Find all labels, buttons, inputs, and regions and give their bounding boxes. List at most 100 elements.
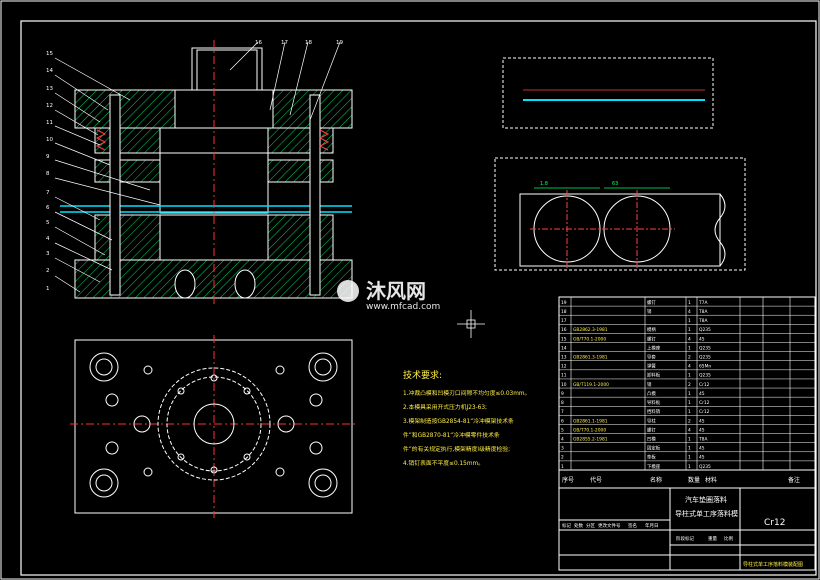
tb-label-mark: 标记 (562, 522, 571, 529)
bom-cell-no: 5 (561, 427, 564, 433)
bom-cell-mat: Q235 (699, 327, 711, 333)
title-block: 汽车垫圈落料 导柱式单工序落料模 Cr12 标记 处数 分区 更改文件号 签名 … (558, 487, 816, 571)
bom-cell-mat: 45 (699, 446, 705, 452)
bom-cell-name: 螺钉 (647, 335, 656, 342)
bom-row: 2 垫板 1 45 (559, 454, 815, 462)
title-material: Cr12 (764, 518, 785, 528)
bom-cell-mat: 45 (699, 427, 705, 433)
layout-dim-2-text: 63 (612, 181, 618, 187)
cad-drawing: 15 14 13 12 11 10 9 8 7 6 5 4 3 2 1 16 1… (0, 0, 820, 580)
bom-header-qty: 数量 (688, 476, 700, 484)
bom-cell-std: GB2862.3-1981 (573, 327, 608, 333)
bom-cell-mat: T8A (698, 309, 707, 315)
guide-post-right (309, 94, 321, 296)
bom-row: 1 下模座 1 Q235 (559, 463, 815, 471)
bom-cell-qty: 4 (688, 364, 691, 370)
tech-line-4: 件”和GB2870-81“冷冲模零件技术条 (403, 431, 500, 439)
strip-drawing (502, 57, 714, 129)
die-handle (191, 47, 263, 94)
bom-cell-name: 螺钉 (647, 299, 656, 306)
tb-scale: 比例 (724, 535, 733, 542)
bom-cell-name: 螺钉 (647, 426, 656, 433)
bom-cell-no: 18 (561, 309, 567, 315)
slug-hole-left (174, 269, 196, 299)
bom-cell-name: 垫板 (647, 454, 656, 461)
tech-line-5: 件”的有关规定执行,模架精度I级精度检验; (403, 445, 510, 453)
bom-row: 17 1 T8A (559, 318, 815, 325)
part-no-16: 16 (255, 40, 262, 46)
bom-cell-qty: 1 (688, 436, 691, 442)
tech-line-3: 3.模架制造按GB2854-81“冷冲模架技术条 (403, 417, 514, 425)
bom-cell-name: 凸模 (647, 390, 656, 397)
bom-row: 15 GB/T70.1-2000 螺钉 4 45 (559, 335, 815, 343)
bom-cell-qty: 1 (688, 409, 691, 415)
bom-cell-mat: Q235 (699, 355, 711, 361)
bom-cell-qty: 2 (688, 382, 691, 388)
bom-cell-mat: Q235 (699, 345, 711, 351)
bom-cell-std: GB2861.1-1981 (573, 418, 608, 424)
bom-cell-std: GB2861.3-1981 (573, 355, 608, 361)
tb-label-sign: 签名 (628, 522, 637, 529)
bom-row: 8 导料板 1 Cr12 (559, 399, 815, 407)
bom-cell-qty: 4 (688, 309, 691, 315)
bom-row: 11 卸料板 1 Q235 (559, 372, 815, 380)
bom-row: 18 销 4 T8A (559, 308, 815, 316)
title-main: 汽车垫圈落料 (685, 495, 727, 504)
crosshair-cursor (457, 310, 485, 338)
layout-dim-1-text: 1.8 (540, 181, 548, 187)
bom-cell-qty: 2 (688, 418, 691, 424)
bom-cell-qty: 2 (688, 355, 691, 361)
bom-cell-qty: 1 (688, 400, 691, 406)
part-no-19: 19 (336, 40, 343, 46)
part-no-18: 18 (305, 40, 312, 46)
tech-line-2: 2.本模具采用开式压力机J23-63; (403, 403, 487, 411)
bom-table: 19 螺钉 1 T7A18 销 4 T8A17 1 T8A16 GB2862.3-1981 模柄 1 Q… (558, 296, 816, 471)
bom-cell-mat: Q235 (699, 464, 711, 470)
slug-hole-right (234, 269, 256, 299)
bom-row: 6 GB2861.1-1981 导柱 2 45 (559, 417, 815, 425)
part-no-17: 17 (281, 40, 288, 46)
bom-row: 14 上模座 1 Q235 (559, 344, 815, 352)
bom-cell-std: GB2855.2-1981 (573, 436, 608, 442)
bom-cell-no: 13 (561, 355, 567, 361)
bom-row: 5 GB/T70.1-2000 螺钉 4 45 (559, 426, 815, 434)
part-no-13: 13 (46, 86, 53, 92)
footer-text: 导柱式单工序落料模装配图 (743, 561, 803, 568)
bom-cell-name: 下模座 (647, 463, 661, 470)
bom-cell-no: 17 (561, 318, 567, 324)
bom-cell-mat: Cr12 (699, 409, 710, 415)
part-no-12: 12 (46, 103, 53, 109)
bom-cell-qty: 1 (688, 446, 691, 452)
layout-drawing: 1.8 63 (494, 157, 746, 271)
bom-cell-qty: 1 (688, 373, 691, 379)
bom-cell-mat: 45 (699, 418, 705, 424)
bom-cell-no: 8 (561, 400, 564, 406)
part-no-14: 14 (46, 68, 53, 74)
bom-cell-mat: T8A (698, 436, 707, 442)
bom-row: 12 弹簧 4 65Mn (559, 363, 815, 371)
bom-cell-no: 19 (561, 300, 567, 306)
bom-cell-name: 固定板 (647, 445, 661, 452)
bom-cell-no: 10 (561, 382, 567, 388)
tb-stage-mark: 阶段标记 (676, 535, 694, 542)
bom-cell-no: 7 (561, 409, 564, 415)
bom-cell-no: 11 (561, 373, 567, 379)
bom-cell-name: 模柄 (647, 326, 656, 333)
bom-cell-no: 15 (561, 336, 567, 342)
tech-requirements: 技术要求: 1.冲裁凸模和凹模刃口间隙不均匀度≤0.03mm。 2.本模具采用开… (403, 369, 530, 467)
part-no-9: 9 (46, 154, 50, 160)
handle-seat (174, 89, 274, 129)
tb-label-zone: 分区 (586, 522, 595, 529)
bom-cell-mat: 65Mn (699, 364, 711, 370)
guide-post-left (109, 94, 121, 296)
die-section-view: 15 14 13 12 11 10 9 8 7 6 5 4 3 2 1 16 1… (46, 40, 353, 305)
bom-cell-name: 导柱 (647, 417, 656, 424)
bom-header-mat: 材料 (705, 476, 717, 484)
bom-cell-name: 弹簧 (647, 363, 656, 370)
tb-label-count: 处数 (574, 522, 583, 529)
bom-cell-name: 导套 (647, 354, 656, 361)
bom-row: 19 螺钉 1 T7A (559, 299, 815, 307)
bom-cell-no: 4 (561, 436, 564, 442)
bom-row: 4 GB2855.2-1981 凹模 1 T8A (559, 435, 815, 443)
bom-cell-no: 12 (561, 364, 567, 370)
